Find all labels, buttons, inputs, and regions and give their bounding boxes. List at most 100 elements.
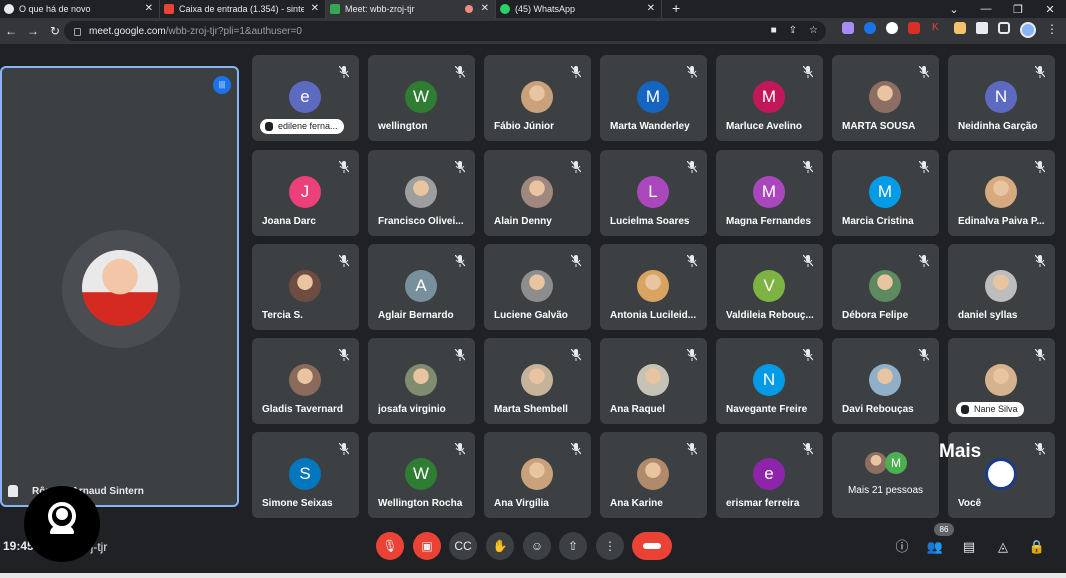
mic-muted-icon bbox=[570, 160, 582, 173]
pinned-participant-tile[interactable]: ||| Rômulo Arnaud Sintern bbox=[0, 66, 239, 507]
participant-tile[interactable]: Alain Denny bbox=[484, 150, 591, 236]
participant-photo bbox=[869, 270, 901, 302]
extension-icon[interactable] bbox=[954, 22, 966, 34]
participant-name: Aglair Bernardo bbox=[378, 310, 454, 321]
info-icon[interactable]: ⓘ bbox=[893, 538, 911, 556]
forward-icon[interactable]: → bbox=[22, 24, 44, 38]
participant-tile[interactable]: M Magna Fernandes bbox=[716, 150, 823, 236]
leave-call-button[interactable] bbox=[632, 532, 672, 560]
participant-tile[interactable]: e erismar ferreira bbox=[716, 432, 823, 518]
people-icon[interactable]: 👥 bbox=[926, 538, 944, 556]
participant-tile[interactable]: Francisco Olivei... bbox=[368, 150, 475, 236]
bottom-strip bbox=[0, 573, 1066, 578]
maximize-icon[interactable]: ❐ bbox=[1002, 0, 1034, 18]
participant-tile[interactable]: N Neidinha Garção bbox=[948, 55, 1055, 141]
address-bar[interactable]: meet.google.com/wbb-zroj-tjr?pli=1&authu… bbox=[64, 21, 826, 41]
new-tab-icon[interactable]: + bbox=[662, 0, 690, 18]
extension-icon[interactable] bbox=[842, 22, 854, 34]
participant-name: Fábio Júnior bbox=[494, 121, 554, 132]
close-icon[interactable]: ✕ bbox=[647, 3, 655, 15]
participant-tile[interactable]: Débora Felipe bbox=[832, 244, 939, 330]
participant-tile[interactable]: Ana Virgília bbox=[484, 432, 591, 518]
participant-tile[interactable]: Nane Silva bbox=[948, 338, 1055, 424]
mic-muted-icon bbox=[570, 442, 582, 455]
present-screen-button[interactable]: ⇧ bbox=[559, 532, 587, 560]
close-icon[interactable]: ✕ bbox=[145, 3, 153, 15]
puzzle-icon[interactable] bbox=[976, 22, 988, 34]
self-preview-avatar[interactable] bbox=[24, 486, 100, 562]
tab-whatsapp[interactable]: (45) WhatsApp ✕ bbox=[496, 0, 662, 18]
extension-icon[interactable]: K bbox=[932, 22, 944, 34]
raise-hand-button[interactable]: ✋ bbox=[486, 532, 514, 560]
participant-tile[interactable]: M Marta Wanderley bbox=[600, 55, 707, 141]
participant-tile[interactable]: Tercia S. bbox=[252, 244, 359, 330]
participant-tile[interactable]: Gladis Tavernard bbox=[252, 338, 359, 424]
sidepanel-icon[interactable] bbox=[998, 22, 1010, 34]
tab-meet[interactable]: Meet: wbb-zroj-tjr ✕ bbox=[326, 0, 496, 18]
participant-tile[interactable]: Luciene Galvão bbox=[484, 244, 591, 330]
mic-muted-icon bbox=[570, 254, 582, 267]
participant-tile[interactable]: V Valdileia Rebouç... bbox=[716, 244, 823, 330]
participant-name: Navegante Freire bbox=[726, 404, 808, 415]
participant-tile[interactable]: josafa virginio bbox=[368, 338, 475, 424]
pin-icon[interactable] bbox=[8, 485, 18, 497]
participant-tile[interactable]: Marta Shembell bbox=[484, 338, 591, 424]
person-icon-head bbox=[56, 508, 68, 520]
close-icon[interactable]: ✕ bbox=[311, 3, 319, 15]
profile-avatar[interactable] bbox=[1020, 22, 1036, 38]
reload-icon[interactable]: ↻ bbox=[44, 24, 66, 38]
participant-tile[interactable]: daniel syllas bbox=[948, 244, 1055, 330]
activities-icon[interactable]: ◬ bbox=[994, 538, 1012, 556]
captions-button[interactable]: CC bbox=[449, 532, 477, 560]
mic-muted-icon bbox=[338, 160, 350, 173]
participant-tile[interactable]: Wwellington bbox=[368, 55, 475, 141]
chat-icon[interactable]: ▤ bbox=[960, 538, 978, 556]
mic-muted-icon bbox=[570, 65, 582, 78]
raised-hand-chip: Nane Silva bbox=[956, 402, 1024, 417]
share-icon[interactable]: ⇪ bbox=[789, 25, 797, 36]
participant-tile[interactable]: Edinalva Paiva P... bbox=[948, 150, 1055, 236]
camera-icon[interactable]: ■ bbox=[771, 25, 777, 36]
participant-tile[interactable]: M Marcia Cristina bbox=[832, 150, 939, 236]
participant-tile[interactable]: W Wellington Rocha bbox=[368, 432, 475, 518]
minimize-icon[interactable]: — bbox=[970, 0, 1002, 18]
browser-menu-icon[interactable]: ⋮ bbox=[1046, 22, 1058, 36]
participant-tile[interactable]: Davi Rebouças bbox=[832, 338, 939, 424]
bookmark-star-icon[interactable]: ☆ bbox=[809, 25, 818, 36]
mic-muted-icon bbox=[802, 442, 814, 455]
tab-search-icon[interactable]: ⌄ bbox=[938, 0, 970, 18]
participant-tile[interactable]: Ana Karine bbox=[600, 432, 707, 518]
participant-tile[interactable]: Fábio Júnior bbox=[484, 55, 591, 141]
participant-tile[interactable]: Antonia Lucileid... bbox=[600, 244, 707, 330]
mic-off-button[interactable]: 🎙 bbox=[376, 532, 404, 560]
participant-name: Marta Shembell bbox=[494, 404, 568, 415]
tab-gmail[interactable]: Caixa de entrada (1.354) - sinter ✕ bbox=[160, 0, 326, 18]
participant-initial-avatar: A bbox=[405, 270, 437, 302]
emoji-button[interactable]: ☺ bbox=[523, 532, 551, 560]
participant-tile[interactable]: L Lucielma Soares bbox=[600, 150, 707, 236]
participant-tile[interactable]: S Simone Seixas bbox=[252, 432, 359, 518]
participant-tile[interactable]: N Navegante Freire bbox=[716, 338, 823, 424]
participant-tile[interactable]: M Marluce Avelino bbox=[716, 55, 823, 141]
participant-initial-avatar: J bbox=[289, 176, 321, 208]
back-icon[interactable]: ← bbox=[0, 24, 22, 38]
lock-icon bbox=[74, 28, 81, 36]
extension-icon[interactable] bbox=[864, 22, 876, 34]
extension-icon[interactable] bbox=[908, 22, 920, 34]
more-options-button[interactable]: ⋮ bbox=[596, 532, 624, 560]
participant-tile[interactable]: e edilene ferna... bbox=[252, 55, 359, 141]
more-participants-tile[interactable]: M Mais 21 pessoas bbox=[832, 432, 939, 518]
participant-tile[interactable]: MARTA SOUSA bbox=[832, 55, 939, 141]
tab-label: O que há de novo bbox=[19, 4, 91, 14]
participant-tile[interactable]: Ana Raquel bbox=[600, 338, 707, 424]
tab-whats-new[interactable]: O que há de novo ✕ bbox=[0, 0, 160, 18]
extension-icon[interactable] bbox=[886, 22, 898, 34]
participant-tile[interactable]: J Joana Darc bbox=[252, 150, 359, 236]
close-icon[interactable]: ✕ bbox=[481, 3, 489, 15]
host-controls-icon[interactable]: 🔒 bbox=[1028, 538, 1046, 556]
camera-off-button[interactable]: ▣ bbox=[413, 532, 441, 560]
participant-tile[interactable]: A Aglair Bernardo bbox=[368, 244, 475, 330]
participant-initial-avatar: N bbox=[985, 81, 1017, 113]
window-close-icon[interactable]: ✕ bbox=[1034, 0, 1066, 18]
participant-initial-avatar: M bbox=[753, 176, 785, 208]
